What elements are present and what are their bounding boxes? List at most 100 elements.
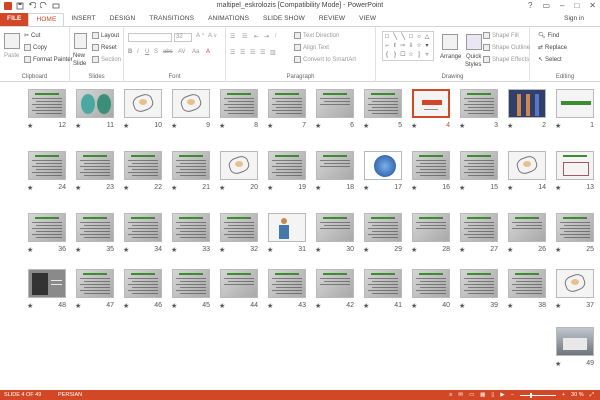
brace-shape-icon[interactable]: }: [391, 50, 399, 59]
paste-icon[interactable]: [4, 33, 20, 49]
slide-thumbnail-4[interactable]: [412, 89, 450, 118]
arrow-shape-icon[interactable]: ⇩: [407, 41, 415, 50]
arrange-button[interactable]: Arrange: [440, 54, 461, 60]
oval-shape-icon[interactable]: ○: [415, 32, 423, 41]
slide-thumbnail-15[interactable]: [460, 151, 498, 180]
slide-thumbnail-24[interactable]: [28, 151, 66, 180]
shape-fill-button[interactable]: Shape Fill: [483, 32, 519, 39]
decrease-indent-icon[interactable]: ⇤: [254, 33, 259, 40]
slide-thumbnail-2[interactable]: [508, 89, 546, 118]
new-slide-button[interactable]: New: [73, 53, 85, 59]
zoom-slider[interactable]: [519, 392, 556, 398]
slide-thumbnail-6[interactable]: [316, 89, 354, 118]
paste-button[interactable]: Paste: [4, 53, 19, 59]
text-direction-button[interactable]: Text Direction: [294, 32, 339, 39]
slide-thumbnail-41[interactable]: [364, 269, 402, 298]
quick-styles-button[interactable]: Quick: [466, 54, 481, 60]
justify-icon[interactable]: ☰: [260, 49, 265, 56]
font-size-combo[interactable]: 32: [174, 33, 192, 42]
convert-smartart-button[interactable]: Convert to SmartArt: [294, 56, 356, 63]
shape-effects-button[interactable]: Shape Effects: [483, 56, 529, 63]
close-button[interactable]: ✕: [589, 1, 596, 10]
tab-home[interactable]: HOME: [28, 13, 65, 26]
slide-thumbnail-3[interactable]: [460, 89, 498, 118]
slide-thumbnail-46[interactable]: [124, 269, 162, 298]
grow-font-icon[interactable]: A ^: [196, 33, 204, 39]
tab-transitions[interactable]: TRANSITIONS: [142, 13, 201, 26]
slide-thumbnail-16[interactable]: [412, 151, 450, 180]
tab-file[interactable]: FILE: [0, 13, 29, 26]
select-button[interactable]: ↖ Select: [538, 56, 562, 64]
notes-icon[interactable]: ≡: [449, 392, 452, 398]
slide-thumbnail-28[interactable]: [412, 213, 450, 242]
slide-thumbnail-5[interactable]: [364, 89, 402, 118]
slide-thumbnail-29[interactable]: [364, 213, 402, 242]
quick-styles-icon[interactable]: [466, 34, 482, 50]
new-slide-icon[interactable]: [74, 33, 87, 49]
columns-icon[interactable]: ▥: [270, 49, 276, 56]
align-center-icon[interactable]: ☰: [240, 49, 245, 56]
zoom-level[interactable]: 30 %: [571, 392, 584, 398]
slide-thumbnail-13[interactable]: [556, 151, 594, 180]
slide-thumbnail-12[interactable]: [28, 89, 66, 118]
slide-thumbnail-44[interactable]: [220, 269, 258, 298]
normal-view-icon[interactable]: ▭: [469, 392, 474, 398]
rectangle-shape-icon[interactable]: □: [383, 32, 391, 41]
comments-icon[interactable]: ✉: [458, 392, 463, 398]
shapes-gallery[interactable]: □ ╲ ╲ □ ○ △ ⌐ ℓ ⇨ ⇩ ☆ ▾ { } ☐ ☆ ] ▿: [382, 31, 434, 61]
help-button[interactable]: ?: [528, 1, 532, 10]
slide-thumbnail-8[interactable]: [220, 89, 258, 118]
bracket-shape-icon[interactable]: ]: [415, 50, 423, 59]
slide-thumbnail-1[interactable]: [556, 89, 594, 118]
zoom-in-icon[interactable]: +: [562, 392, 565, 398]
find-button[interactable]: 🔍︎ Find: [538, 32, 559, 40]
slide-thumbnail-32[interactable]: [220, 213, 258, 242]
change-case-icon[interactable]: Aa: [192, 49, 199, 55]
sign-in-link[interactable]: Sign in: [564, 15, 584, 22]
replace-button[interactable]: ⇄ Replace: [538, 44, 567, 52]
zoom-thumb[interactable]: [529, 392, 532, 398]
slide-thumbnail-21[interactable]: [172, 151, 210, 180]
font-color-icon[interactable]: A: [206, 49, 210, 55]
slide-sorter-view-icon[interactable]: ▦: [480, 392, 485, 398]
slide-thumbnail-33[interactable]: [172, 213, 210, 242]
zoom-out-icon[interactable]: −: [511, 392, 514, 398]
slide-thumbnail-19[interactable]: [268, 151, 306, 180]
fit-to-window-icon[interactable]: ⤢: [590, 392, 594, 399]
strikethrough-icon[interactable]: abc: [163, 49, 173, 55]
tab-animations[interactable]: ANIMATIONS: [201, 13, 256, 26]
shape-outline-button[interactable]: Shape Outline: [483, 44, 530, 51]
slide-thumbnail-45[interactable]: [172, 269, 210, 298]
slide-thumbnail-34[interactable]: [124, 213, 162, 242]
line-shape-icon[interactable]: ╲: [391, 32, 399, 41]
slide-thumbnail-31[interactable]: [268, 213, 306, 242]
line-shape-icon[interactable]: ⌐: [383, 41, 391, 50]
font-name-combo[interactable]: [128, 33, 172, 42]
brace-shape-icon[interactable]: {: [383, 50, 391, 59]
tab-slide-show[interactable]: SLIDE SHOW: [256, 13, 312, 26]
slide-thumbnail-43[interactable]: [268, 269, 306, 298]
tab-design[interactable]: DESIGN: [103, 13, 143, 26]
align-right-icon[interactable]: ☰: [250, 49, 255, 56]
slide-thumbnail-23[interactable]: [76, 151, 114, 180]
expand-gallery-icon[interactable]: ▿: [423, 50, 431, 59]
underline-icon[interactable]: U: [145, 49, 149, 55]
align-left-icon[interactable]: ☰: [230, 49, 235, 56]
slide-thumbnail-26[interactable]: [508, 213, 546, 242]
arrow-shape-icon[interactable]: ⇨: [399, 41, 407, 50]
slide-thumbnail-35[interactable]: [76, 213, 114, 242]
slide-thumbnail-47[interactable]: [76, 269, 114, 298]
arrange-icon[interactable]: [442, 34, 458, 50]
square-shape-icon[interactable]: □: [407, 32, 415, 41]
slide-sorter[interactable]: ★ 1 ★ 2 ★ 3 ★ 4 ★ 5 ★ 6 ★ 7 ★ 8 ★ 9 ★ 10 ★ 11 ★ 12 ★ 13 ★ 14 ★ 15 ★ 16 ★…: [0, 82, 600, 390]
triangle-shape-icon[interactable]: △: [423, 32, 431, 41]
star-shape-icon[interactable]: ☆: [407, 50, 415, 59]
slide-thumbnail-25[interactable]: [556, 213, 594, 242]
star-shape-icon[interactable]: ☆: [415, 41, 423, 50]
slide-thumbnail-14[interactable]: [508, 151, 546, 180]
layout-button[interactable]: Layout: [92, 32, 119, 39]
reset-button[interactable]: Reset: [92, 44, 117, 51]
line-spacing-icon[interactable]: ↕: [274, 33, 277, 39]
copy-button[interactable]: Copy: [24, 44, 47, 51]
format-painter-button[interactable]: Format Painter: [24, 56, 73, 63]
